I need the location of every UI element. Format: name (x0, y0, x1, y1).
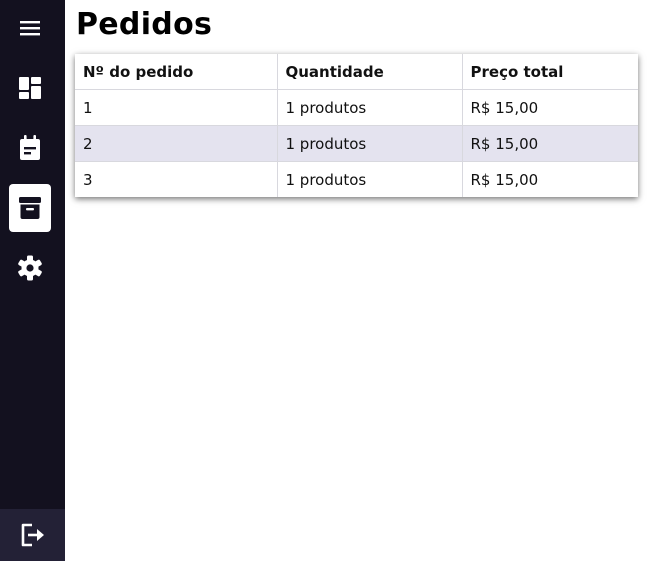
column-header-order-number: Nº do pedido (75, 54, 278, 90)
total-price-cell: R$ 15,00 (462, 89, 638, 126)
table-header-row: Nº do pedido Quantidade Preço total (75, 54, 638, 90)
column-header-total-price: Preço total (462, 54, 638, 90)
gear-icon (18, 255, 42, 281)
app: Pedidos Nº do pedido Quantidade Preço to… (0, 0, 654, 561)
sidebar-item-settings[interactable] (9, 244, 51, 292)
menu-button[interactable] (9, 4, 51, 52)
column-header-quantity: Quantidade (277, 54, 463, 90)
sidebar (0, 0, 65, 561)
logout-icon (21, 523, 44, 547)
logout-button[interactable] (0, 509, 65, 561)
sidebar-item-orders[interactable] (9, 184, 51, 232)
sidebar-item-dashboard[interactable] (9, 64, 51, 112)
order-number-cell: 1 (75, 89, 278, 126)
table-row[interactable]: 3 1 produtos R$ 15,00 (75, 161, 638, 197)
total-price-cell: R$ 15,00 (470, 170, 539, 189)
page-title: Pedidos (76, 7, 213, 42)
archive-box-icon (19, 197, 41, 219)
calendar-icon (20, 135, 40, 160)
quantity-cell: 1 produtos (277, 89, 463, 126)
order-number-cell: 2 (75, 125, 278, 162)
quantity-cell: 1 produtos (277, 161, 463, 197)
orders-table: Nº do pedido Quantidade Preço total 1 1 … (75, 54, 638, 197)
total-price-cell: R$ 15,00 (462, 125, 638, 162)
order-number-cell: 3 (75, 161, 278, 197)
table-row[interactable]: 2 1 produtos R$ 15,00 (75, 125, 638, 162)
hamburger-menu-icon (20, 21, 40, 36)
dashboard-icon (19, 77, 41, 99)
table-row[interactable]: 1 1 produtos R$ 15,00 (75, 89, 638, 126)
quantity-cell: 1 produtos (277, 125, 463, 162)
sidebar-item-calendar[interactable] (9, 124, 51, 172)
